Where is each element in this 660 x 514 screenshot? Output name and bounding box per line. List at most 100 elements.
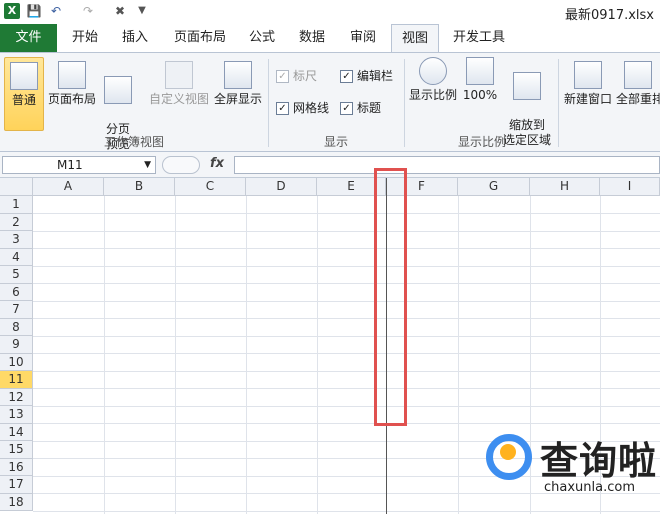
- zoom-100-icon: [466, 57, 494, 85]
- highlight-annotation: [374, 168, 407, 426]
- tab-developer[interactable]: 开发工具: [442, 24, 516, 52]
- checkbox-check-icon: ✓: [276, 70, 289, 83]
- window-title: 最新0917.xlsx: [565, 8, 654, 23]
- gridline: [175, 196, 176, 514]
- row-header-1[interactable]: 1: [0, 196, 33, 214]
- group-separator: [558, 59, 559, 147]
- gridline: [458, 196, 459, 514]
- formula-expander[interactable]: [162, 156, 200, 174]
- column-header-a[interactable]: A: [33, 178, 104, 196]
- full-screen-button[interactable]: 全屏显示: [212, 61, 264, 107]
- select-all-corner[interactable]: [0, 178, 33, 196]
- column-header-c[interactable]: C: [175, 178, 246, 196]
- gridline: [33, 423, 660, 424]
- zoom-button[interactable]: 显示比例: [408, 57, 458, 103]
- group-label-show: 显示: [323, 135, 348, 149]
- gridline: [33, 248, 660, 249]
- row-header-4[interactable]: 4: [0, 248, 33, 266]
- row-header-15[interactable]: 15: [0, 441, 33, 459]
- tab-home[interactable]: 开始: [60, 24, 110, 52]
- page-layout-view-button[interactable]: 页面布局: [46, 61, 98, 107]
- row-header-8[interactable]: 8: [0, 318, 33, 336]
- page-break-icon: [104, 76, 132, 104]
- row-header-5[interactable]: 5: [0, 266, 33, 284]
- tab-review[interactable]: 审阅: [340, 24, 386, 52]
- row-header-16[interactable]: 16: [0, 458, 33, 476]
- chevron-down-icon[interactable]: ▼: [134, 3, 150, 19]
- full-screen-icon: [224, 61, 252, 89]
- ribbon-tabs: 文件 开始 插入 页面布局 公式 数据 审阅 视图 开发工具: [0, 24, 660, 53]
- checkbox-check-icon: ✓: [340, 70, 353, 83]
- quick-access-toolbar: X 💾 ↶ ↷ ✖ ▼ 最新0917.xlsx: [0, 0, 660, 24]
- tab-data[interactable]: 数据: [288, 24, 336, 52]
- row-header-14[interactable]: 14: [0, 423, 33, 441]
- row-header-2[interactable]: 2: [0, 213, 33, 231]
- column-header-g[interactable]: G: [458, 178, 530, 196]
- row-header-7[interactable]: 7: [0, 301, 33, 319]
- column-header-i[interactable]: I: [600, 178, 660, 196]
- customize-icon[interactable]: ✖: [112, 3, 128, 19]
- gridline: [104, 196, 105, 514]
- zoom-selection-icon: [513, 72, 541, 100]
- row-header-12[interactable]: 12: [0, 388, 33, 406]
- column-header-d[interactable]: D: [246, 178, 317, 196]
- page-layout-icon: [58, 61, 86, 89]
- gridline: [33, 370, 660, 372]
- excel-logo-icon: X: [4, 3, 20, 19]
- custom-views-icon: [165, 61, 193, 89]
- gridline: [33, 265, 660, 267]
- group-label-workbook-views: 工作簿视图: [103, 135, 164, 149]
- tab-file[interactable]: 文件: [0, 24, 57, 52]
- gridline: [33, 335, 660, 337]
- row-header-10[interactable]: 10: [0, 353, 33, 371]
- gridline: [317, 196, 318, 514]
- ribbon-view: 普通 页面布局 分页 预览 自定义视图 全屏显示 工作簿视图 ✓ 标尺 ✓ 编辑栏 …: [0, 52, 660, 152]
- row-header-18[interactable]: 18: [0, 493, 33, 511]
- new-window-icon: [574, 61, 602, 89]
- undo-icon[interactable]: ↶: [48, 3, 64, 19]
- function-icon[interactable]: fx: [210, 156, 224, 171]
- row-header-6[interactable]: 6: [0, 283, 33, 301]
- row-header-9[interactable]: 9: [0, 336, 33, 354]
- tab-insert[interactable]: 插入: [112, 24, 158, 52]
- gridline: [33, 283, 660, 284]
- gridline: [33, 213, 660, 214]
- checkbox-check-icon: ✓: [276, 102, 289, 115]
- column-header-h[interactable]: H: [530, 178, 600, 196]
- normal-view-button[interactable]: 普通: [4, 57, 44, 131]
- arrange-all-icon: [624, 61, 652, 89]
- magnifier-icon: [419, 57, 447, 85]
- formula-input[interactable]: [234, 156, 660, 174]
- custom-views-button[interactable]: 自定义视图: [148, 61, 210, 107]
- watermark-url: chaxunla.com: [544, 480, 635, 495]
- zoom-100-button[interactable]: 100%: [462, 57, 498, 103]
- normal-view-icon: [10, 62, 38, 90]
- save-icon[interactable]: 💾: [26, 3, 42, 19]
- gridline: [33, 388, 660, 389]
- row-header-11[interactable]: 11: [0, 371, 33, 389]
- tab-view[interactable]: 视图: [391, 24, 439, 53]
- formula-bar-checkbox[interactable]: ✓ 编辑栏: [340, 69, 393, 84]
- watermark-text: 查询啦: [540, 439, 658, 483]
- watermark: 查询啦 chaxunla.com: [486, 428, 660, 508]
- ruler-checkbox[interactable]: ✓ 标尺: [276, 69, 317, 84]
- redo-icon[interactable]: ↷: [80, 3, 96, 19]
- name-box[interactable]: M11 ▼: [2, 156, 156, 174]
- row-header-3[interactable]: 3: [0, 231, 33, 249]
- arrange-all-button[interactable]: 全部重排: [616, 61, 660, 107]
- group-label-zoom: 显示比例: [457, 135, 506, 149]
- headings-checkbox[interactable]: ✓ 标题: [340, 101, 381, 116]
- row-header-17[interactable]: 17: [0, 476, 33, 494]
- gridlines-checkbox[interactable]: ✓ 网格线: [276, 101, 329, 116]
- gridline: [33, 353, 660, 354]
- column-header-b[interactable]: B: [104, 178, 175, 196]
- logo-dot: [500, 444, 516, 460]
- tab-page-layout[interactable]: 页面布局: [162, 24, 238, 52]
- chevron-down-icon[interactable]: ▼: [144, 157, 151, 173]
- gridline: [33, 300, 660, 302]
- gridline: [33, 405, 660, 407]
- tab-formulas[interactable]: 公式: [240, 24, 284, 52]
- new-window-button[interactable]: 新建窗口: [562, 61, 614, 107]
- row-header-13[interactable]: 13: [0, 406, 33, 424]
- checkbox-check-icon: ✓: [340, 102, 353, 115]
